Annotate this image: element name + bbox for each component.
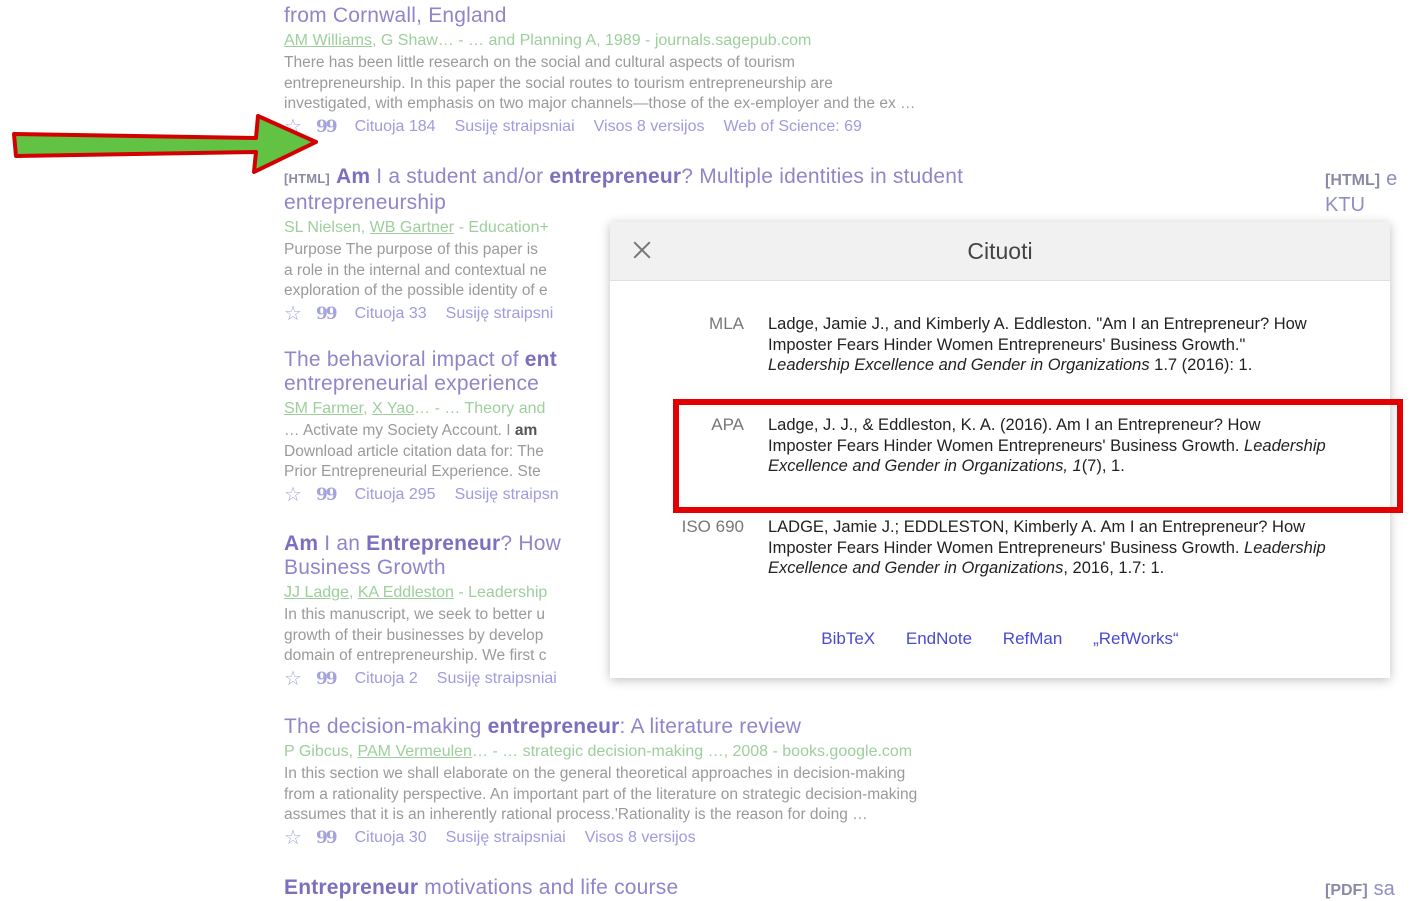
result-meta: AM Williams, G Shaw… - … and Planning A,…	[284, 32, 812, 49]
cited-by-link[interactable]: Cituoja 184	[355, 116, 436, 138]
star-icon[interactable]: ☆	[284, 303, 302, 325]
star-icon[interactable]: ☆	[284, 827, 302, 849]
result-item: The decision-making entrepreneur: A lite…	[284, 715, 1084, 849]
all-versions-link[interactable]: Visos 8 versijos	[594, 116, 705, 138]
cited-by-link[interactable]: Cituoja 2	[355, 668, 418, 690]
result-snippet: In this section we shall elaborate on th…	[284, 765, 918, 823]
result-actions: ☆ 99 Cituoja 184 Susiję straipsniai Viso…	[284, 116, 1084, 138]
cited-by-link[interactable]: Cituoja 30	[355, 827, 427, 849]
result-item: from Cornwall, England AM Williams, G Sh…	[284, 4, 1084, 138]
related-articles-link[interactable]: Susiję straipsni	[446, 303, 554, 325]
cite-quote-icon[interactable]: 99	[316, 303, 338, 325]
cited-by-link[interactable]: Cituoja 33	[355, 303, 427, 325]
cite-quote-icon[interactable]: 99	[316, 668, 338, 690]
cite-quote-icon[interactable]: 99	[316, 484, 338, 506]
web-of-science-link[interactable]: Web of Science: 69	[723, 116, 861, 138]
related-articles-link[interactable]: Susiję straipsniai	[437, 668, 557, 690]
side-html-link[interactable]: [HTML] e	[1325, 168, 1397, 191]
endnote-link[interactable]: EndNote	[906, 629, 972, 648]
author-link[interactable]: AM Williams	[284, 32, 372, 49]
author-link[interactable]: KA Eddleston	[358, 584, 454, 601]
author-link[interactable]: X Yao	[372, 400, 414, 417]
author-link[interactable]: PAM Vermeulen	[358, 743, 472, 760]
result-title[interactable]: Entrepreneur motivations and life course	[284, 876, 1084, 900]
annotation-arrow	[12, 114, 318, 174]
all-versions-link[interactable]: Visos 8 versijos	[585, 827, 696, 849]
citation-text[interactable]: LADGE, Jamie J.; EDDLESTON, Kimberly A. …	[768, 517, 1328, 579]
side-ktu-label: KTU	[1325, 194, 1365, 216]
star-icon[interactable]: ☆	[284, 668, 302, 690]
bibtex-link[interactable]: BibTeX	[821, 629, 875, 648]
cite-quote-icon[interactable]: 99	[316, 827, 338, 849]
star-icon[interactable]: ☆	[284, 484, 302, 506]
result-title[interactable]: from Cornwall, England	[284, 4, 1084, 28]
author-link[interactable]: JJ Ladge	[284, 584, 349, 601]
result-snippet: There has been little research on the so…	[284, 54, 916, 112]
author-link[interactable]: WB Gartner	[370, 219, 454, 236]
author-link[interactable]: SM Farmer	[284, 400, 363, 417]
citation-format-label: MLA	[709, 314, 744, 333]
result-title[interactable]: [HTML] Am I a student and/or entrepreneur…	[284, 165, 1084, 215]
cited-by-link[interactable]: Cituoja 295	[355, 484, 436, 506]
result-meta: P Gibcus, PAM Vermeulen… - … strategic d…	[284, 743, 913, 760]
result-actions: ☆ 99 Cituoja 30 Susiję straipsniai Visos…	[284, 827, 1084, 849]
related-articles-link[interactable]: Susiję straipsn	[455, 484, 559, 506]
export-links: BibTeX EndNote RefMan „RefWorks“	[610, 629, 1390, 649]
citation-text[interactable]: Ladge, Jamie J., and Kimberly A. Eddlest…	[768, 314, 1328, 376]
related-articles-link[interactable]: Susiję straipsniai	[455, 116, 575, 138]
citation-format-label: ISO 690	[681, 517, 744, 536]
annotation-highlight-box	[673, 399, 1403, 513]
result-title[interactable]: The decision-making entrepreneur: A lite…	[284, 715, 1084, 739]
result-item: Entrepreneur motivations and life course	[284, 876, 1084, 900]
refman-link[interactable]: RefMan	[1003, 629, 1063, 648]
dialog-title: Cituoti	[967, 238, 1033, 264]
dialog-header: Cituoti	[610, 222, 1390, 281]
related-articles-link[interactable]: Susiję straipsniai	[446, 827, 566, 849]
refworks-link[interactable]: „RefWorks“	[1093, 629, 1179, 648]
